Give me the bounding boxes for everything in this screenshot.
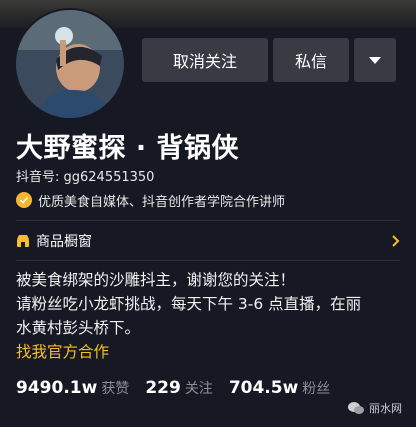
wechat-icon (348, 402, 364, 414)
likes-label: 获赞 (101, 381, 130, 397)
avatar[interactable] (14, 8, 126, 120)
douyin-id: 抖音号: gg624551350 (16, 170, 155, 185)
bio-line: 水黄村彭头桥下。 (16, 319, 141, 337)
chevron-right-icon (392, 235, 400, 247)
stats-row: 9490.1w 获赞 229 关注 704.5w 粉丝 (16, 378, 346, 398)
bio-line: 被美食绑架的沙雕抖主，谢谢您的关注！ (16, 271, 296, 289)
watermark: 丽水网 (347, 400, 402, 416)
unfollow-button-label: 取消关注 (172, 52, 237, 71)
more-options-button[interactable] (354, 38, 396, 82)
chevron-down-icon (369, 56, 381, 64)
followers-label[interactable]: 粉丝 (302, 378, 330, 398)
certification-row: 优质美食自媒体、抖音创作者学院合作讲师 (16, 190, 285, 210)
likes-count: 9490.1w (16, 378, 98, 398)
message-button-label: 私信 (294, 52, 327, 71)
official-cooperation-link[interactable]: 找我官方合作 (16, 340, 109, 362)
bio: 被美食绑架的沙雕抖主，谢谢您的关注！ 请粉丝吃小龙虾挑战，每天下午 3-6 点直… (16, 268, 400, 340)
following-count[interactable]: 229 (145, 378, 181, 398)
verified-badge-icon (16, 192, 32, 208)
watermark-text: 丽水网 (369, 402, 402, 415)
shop-window-label: 商品橱窗 (36, 234, 92, 250)
followers-count[interactable]: 704.5w (229, 378, 298, 398)
avatar-photo (16, 10, 124, 118)
profile-name: 大野蜜探 · 背锅侠 (16, 133, 240, 164)
shop-window-icon (17, 235, 29, 247)
following-label[interactable]: 关注 (185, 378, 213, 398)
certification-text: 优质美食自媒体、抖音创作者学院合作讲师 (38, 194, 286, 210)
message-button[interactable]: 私信 (273, 38, 349, 82)
bio-line: 请粉丝吃小龙虾挑战，每天下午 3-6 点直播，在丽 (16, 295, 362, 313)
divider (16, 260, 400, 261)
unfollow-button[interactable]: 取消关注 (142, 38, 268, 82)
divider (16, 220, 400, 221)
shop-window-row[interactable]: 商品橱窗 (16, 226, 400, 256)
